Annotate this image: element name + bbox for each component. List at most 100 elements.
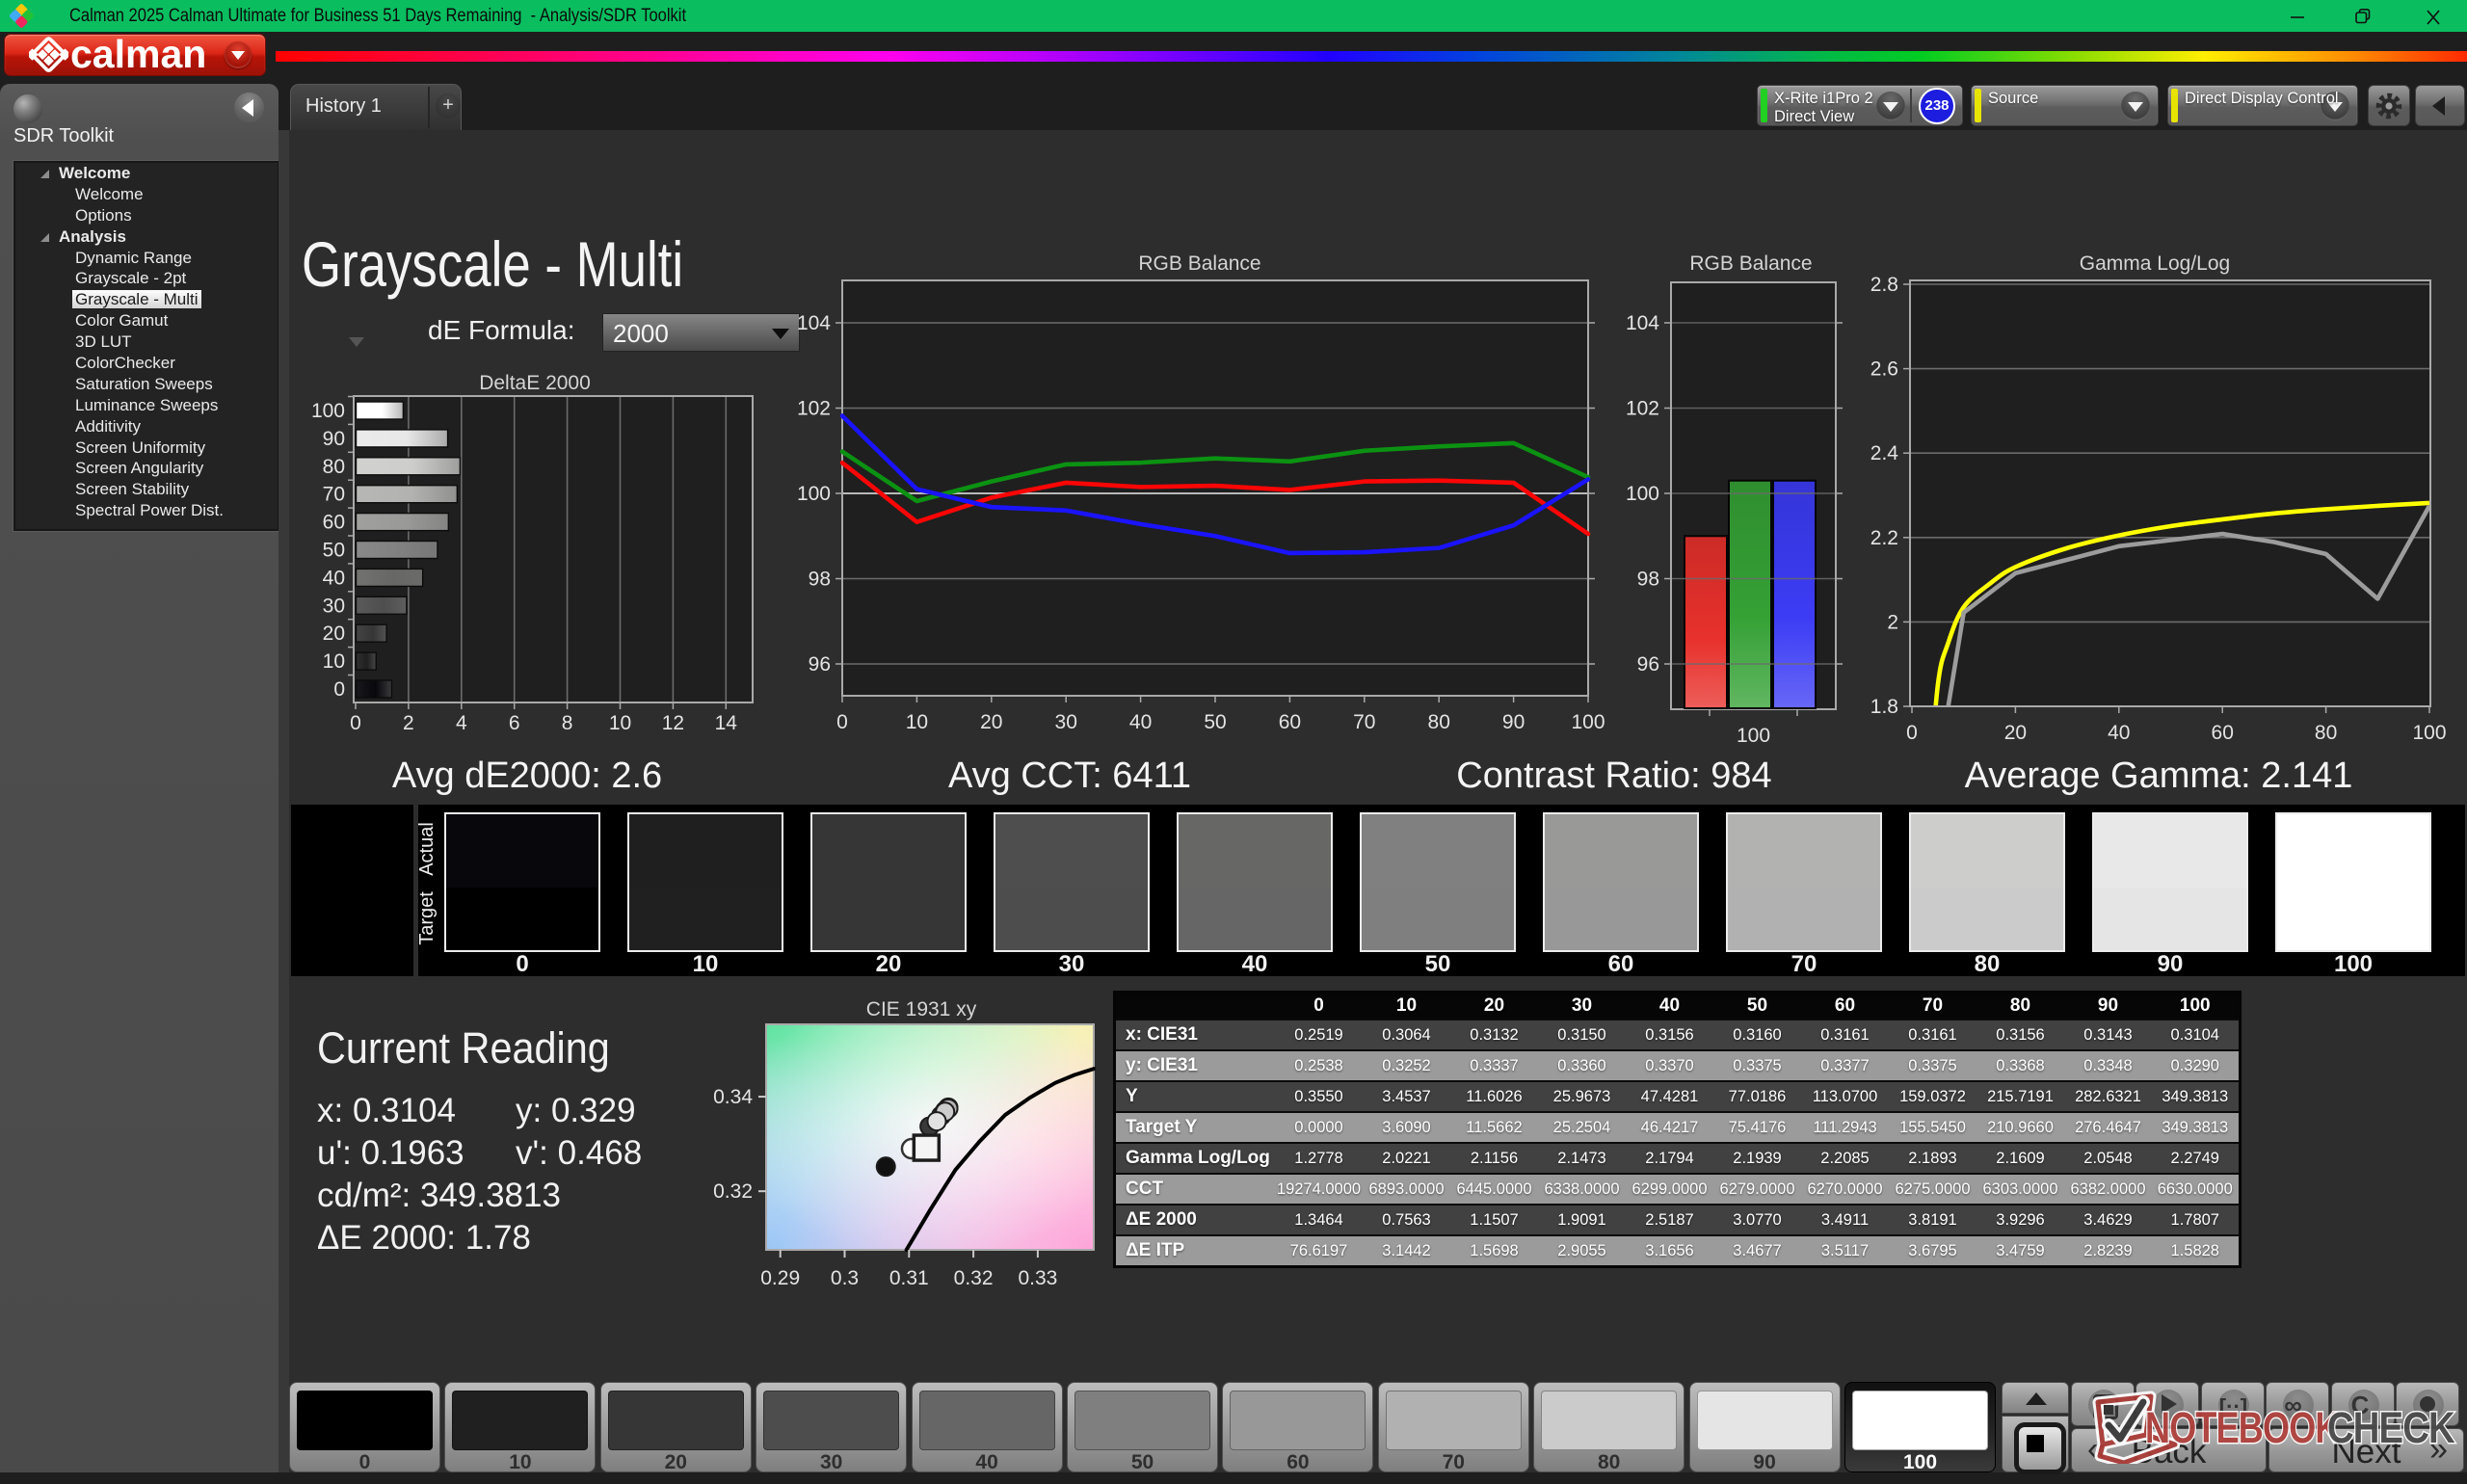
tree-item-label: Saturation Sweeps [75, 374, 213, 393]
patch-button-80[interactable]: 80 [1533, 1382, 1685, 1473]
source-dropdown-arrow-icon [2121, 92, 2150, 120]
sidebar-panel: SDR Toolkit Welcome Welcome Options Analysi… [0, 84, 279, 1472]
tree-item-additivity[interactable]: Additivity [15, 416, 278, 437]
record-button[interactable] [2396, 1382, 2459, 1426]
settings-button[interactable] [2368, 85, 2410, 126]
patch-scroll-up-button[interactable] [2002, 1382, 2069, 1414]
tab-history-1[interactable]: History 1 + [290, 84, 462, 130]
patch-label: 0 [358, 1451, 371, 1473]
back-label: Back [2131, 1433, 2207, 1471]
patch-button-100[interactable]: 100 [1844, 1382, 1996, 1473]
close-button[interactable] [2411, 0, 2455, 32]
patch-label: 20 [664, 1451, 687, 1473]
play-button[interactable] [2135, 1382, 2200, 1426]
minimize-button[interactable] [2275, 0, 2320, 32]
patch-button-70[interactable]: 70 [1377, 1382, 1529, 1473]
patch-swatch [1385, 1391, 1522, 1450]
tree-item-label: Color Gamut [75, 311, 169, 331]
tree-item-grayscale-multi[interactable]: Grayscale - Multi [15, 289, 278, 310]
tree-item-label: Screen Uniformity [75, 437, 206, 457]
panel: ∞ [2284, 1391, 2302, 1419]
tree-item-label: Analysis [59, 226, 126, 246]
tree-expander-icon[interactable] [40, 232, 49, 242]
patch-label: 90 [1753, 1451, 1776, 1473]
patch-label: 40 [975, 1451, 998, 1473]
patch-swatch [1230, 1391, 1366, 1450]
tree-item-screen-angularity[interactable]: Screen Angularity [15, 458, 278, 479]
tree-item-welcome[interactable]: Welcome [15, 184, 278, 205]
meter-dropdown[interactable]: X-Rite i1Pro 2 Direct View 238 [1757, 85, 1963, 126]
patch-swatch [1696, 1391, 1833, 1450]
panel-collapse-button[interactable] [2415, 85, 2465, 126]
gear-icon [2375, 93, 2402, 119]
tab-bar: History 1 + X-Rite i1Pro 2 Direct View 2… [279, 84, 2467, 130]
tree-item-label: Welcome [59, 164, 131, 182]
panel [2098, 1399, 2106, 1407]
patch-button-90[interactable]: 90 [1688, 1382, 1841, 1473]
patch-size-button[interactable]: [··] [2200, 1382, 2265, 1426]
patch-swatch [1074, 1391, 1210, 1450]
up-arrow-icon [2026, 1392, 2047, 1405]
tree-item-label: Luminance Sweeps [75, 395, 219, 414]
back-button[interactable]: «Back [2071, 1428, 2267, 1472]
patch-button-10[interactable]: 10 [444, 1382, 597, 1473]
tree-item-luminance-sweeps[interactable]: Luminance Sweeps [15, 395, 278, 416]
patch-swatch [1541, 1391, 1678, 1450]
continuous-mode-button[interactable]: ∞ [2266, 1382, 2330, 1426]
tree-item-options[interactable]: Options [15, 205, 278, 226]
display-control-dropdown[interactable]: Direct Display Control [2167, 85, 2358, 126]
tree-item-dynamic-range[interactable]: Dynamic Range [15, 248, 278, 269]
tree-item-colorchecker[interactable]: ColorChecker [15, 353, 278, 374]
collapse-right-arrow-icon [2432, 96, 2445, 116]
app-icon [10, 4, 34, 28]
tree-item-label: 3D LUT [75, 332, 132, 352]
patch-button-20[interactable]: 20 [599, 1382, 752, 1473]
patch-window-icon [2014, 1422, 2066, 1474]
tree-item-screen-stability[interactable]: Screen Stability [15, 479, 278, 500]
tab-divider [428, 87, 430, 128]
calman-logo-text: calman [70, 32, 207, 76]
tree-item-label: Screen Stability [75, 480, 190, 499]
tree-item-spectral-power-dist-[interactable]: Spectral Power Dist. [15, 500, 278, 521]
display-control-name: Direct Display Control [2185, 90, 2339, 107]
patch-grid-button[interactable] [2002, 1416, 2069, 1474]
patch-label: 10 [509, 1451, 532, 1473]
patch-button-40[interactable]: 40 [911, 1382, 1063, 1473]
sidebar-collapse-button[interactable] [234, 93, 264, 122]
patch-swatch [1852, 1391, 1988, 1450]
tree-item-3d-lut[interactable]: 3D LUT [15, 331, 278, 353]
tree-item-color-gamut[interactable]: Color Gamut [15, 310, 278, 331]
patch-window-mode-button[interactable] [2071, 1382, 2135, 1426]
patch-button-30[interactable]: 30 [756, 1382, 908, 1473]
tree-item-grayscale-2pt[interactable]: Grayscale - 2pt [15, 268, 278, 289]
tree-item-screen-uniformity[interactable]: Screen Uniformity [15, 437, 278, 459]
chart-group [29, 37, 68, 72]
refresh-button[interactable]: C [2330, 1382, 2395, 1426]
patch-swatch [297, 1391, 433, 1450]
window-title: Calman 2025 Calman Ultimate for Business… [69, 6, 687, 26]
patch-swatch [763, 1391, 900, 1450]
patch-button-60[interactable]: 60 [1222, 1382, 1374, 1473]
calman-menu-button[interactable]: calman [4, 32, 266, 76]
next-chevrons-icon: » [2429, 1431, 2448, 1468]
patch-button-0[interactable]: 0 [289, 1382, 440, 1473]
source-name: Source [1988, 90, 2039, 107]
chart-rect [2355, 12, 2368, 24]
tree-item-analysis[interactable]: Analysis [15, 226, 278, 248]
calman-logo-icon [29, 37, 68, 72]
patch-label: 80 [1598, 1451, 1621, 1473]
patch-button-50[interactable]: 50 [1067, 1382, 1218, 1473]
next-button[interactable]: Next» [2268, 1428, 2464, 1472]
tree-item-label: Screen Angularity [75, 459, 204, 478]
source-dropdown[interactable]: Source [1971, 85, 2159, 126]
patch-label: 100 [1902, 1451, 1938, 1473]
tree-item-saturation-sweeps[interactable]: Saturation Sweeps [15, 374, 278, 395]
restore-button[interactable] [2341, 0, 2385, 32]
tree-item-label: Additivity [75, 416, 142, 436]
add-tab-button[interactable]: + [436, 93, 461, 119]
patch-swatch [607, 1391, 744, 1450]
sidebar-splitter[interactable] [279, 84, 289, 1472]
tree-item-welcome[interactable]: Welcome [15, 163, 278, 184]
tree-expander-icon[interactable] [40, 170, 49, 178]
tree-item-label: Spectral Power Dist. [75, 501, 224, 520]
